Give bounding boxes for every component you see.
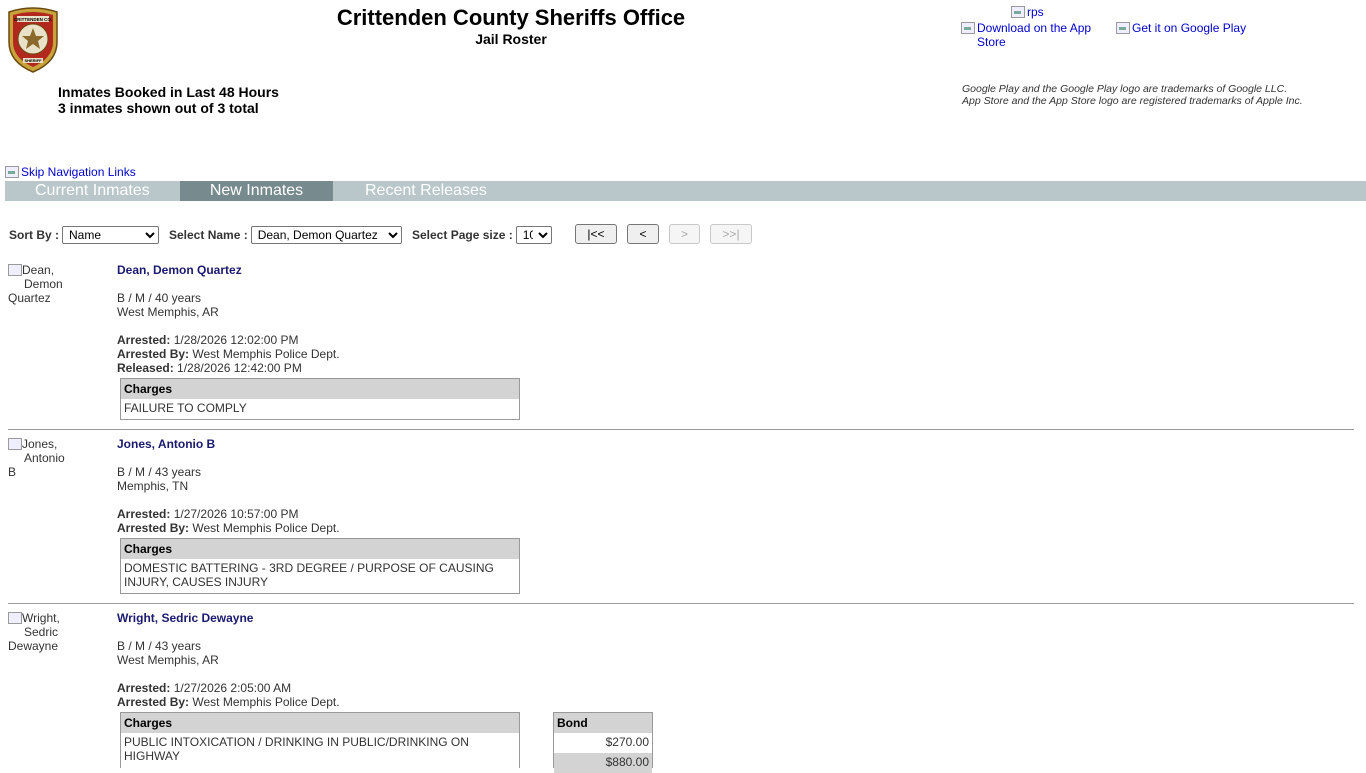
page-size-label: Select Page size : <box>412 228 513 242</box>
photo-alt-line: Wright, <box>22 611 60 625</box>
arrested-value: 1/28/2026 12:02:00 PM <box>173 333 299 347</box>
bond-table: Bond $270.00 $880.00 <box>553 712 653 773</box>
bond-header: Bond <box>554 713 652 733</box>
inmate-name[interactable]: Dean, Demon Quartez <box>117 263 242 277</box>
inmate-demographics: B / M / 40 years West Memphis, AR <box>117 291 219 319</box>
broken-image-icon <box>5 166 19 178</box>
arrested-by-label: Arrested By: <box>117 695 190 709</box>
rps-link[interactable]: rps <box>1011 5 1044 19</box>
demographics-text: B / M / 43 years <box>117 465 202 479</box>
broken-image-icon <box>961 22 975 34</box>
city-text: Memphis, TN <box>117 479 189 493</box>
inmate-name[interactable]: Wright, Sedric Dewayne <box>117 611 253 625</box>
arrest-info: Arrested: 1/28/2026 12:02:00 PM Arrested… <box>117 333 340 375</box>
booked-heading: Inmates Booked in Last 48 Hours <box>58 84 279 100</box>
arrested-label: Arrested: <box>117 333 171 347</box>
released-value: 1/28/2026 12:42:00 PM <box>177 361 302 375</box>
page-size-select[interactable]: 10 <box>515 226 552 244</box>
arrested-value: 1/27/2026 2:05:00 AM <box>173 681 292 695</box>
charges-header: Charges <box>121 713 519 733</box>
photo-alt-line: Quartez <box>8 291 51 305</box>
photo-alt-line: Demon <box>24 277 63 291</box>
app-store-link[interactable]: Download on the App Store <box>961 21 1101 49</box>
prev-page-button[interactable]: < <box>627 224 659 244</box>
google-play-alt-text: Get it on Google Play <box>1132 21 1247 35</box>
released-label: Released: <box>117 361 174 375</box>
skip-navigation-link[interactable]: Skip Navigation Links <box>5 165 136 179</box>
page-subtitle: Jail Roster <box>475 31 547 47</box>
demographics-text: B / M / 40 years <box>117 291 202 305</box>
broken-image-icon <box>8 438 22 450</box>
arrest-info: Arrested: 1/27/2026 10:57:00 PM Arrested… <box>117 507 340 535</box>
arrested-label: Arrested: <box>117 507 171 521</box>
inmate-photo: Jones, Antonio B <box>8 437 74 479</box>
sort-control: Sort By : Name <box>9 226 160 244</box>
charge-row: PUBLIC INTOXICATION / DRINKING IN PUBLIC… <box>124 735 469 763</box>
tab-current-inmates[interactable]: Current Inmates <box>35 181 150 201</box>
name-label: Select Name : <box>169 228 248 242</box>
booked-count: 3 inmates shown out of 3 total <box>58 100 259 116</box>
photo-alt-line: Jones, <box>22 437 58 451</box>
tab-recent-releases[interactable]: Recent Releases <box>365 181 487 201</box>
sort-label: Sort By : <box>9 228 60 242</box>
inmate-demographics: B / M / 43 years West Memphis, AR <box>117 639 219 667</box>
trademark-notice: Google Play and the Google Play logo are… <box>962 83 1303 107</box>
next-page-button[interactable]: > <box>669 224 700 244</box>
inmate-photo: Dean, Demon Quartez <box>8 263 74 305</box>
tab-new-inmates[interactable]: New Inmates <box>180 181 333 201</box>
broken-image-icon <box>8 264 22 276</box>
bond-row: $880.00 <box>554 753 652 773</box>
arrested-value: 1/27/2026 10:57:00 PM <box>173 507 299 521</box>
app-store-alt-text: Download on the App Store <box>977 21 1092 49</box>
inmate-photo: Wright, Sedric Dewayne <box>8 611 74 653</box>
first-page-button[interactable]: |<< <box>575 224 617 244</box>
row-divider <box>8 603 1354 604</box>
svg-text:SHERIFF: SHERIFF <box>24 58 42 63</box>
charges-header: Charges <box>121 539 519 559</box>
arrested-label: Arrested: <box>117 681 171 695</box>
photo-alt-line: Dean, <box>22 263 55 277</box>
photo-alt-line: Dewayne <box>8 639 59 653</box>
photo-alt-line: Antonio B <box>8 451 65 479</box>
last-page-button[interactable]: >>| <box>710 224 752 244</box>
charges-table: Charges DOMESTIC BATTERING - 3RD DEGREE … <box>120 538 520 594</box>
charge-row: FAILURE TO COMPLY <box>124 401 247 415</box>
name-select[interactable]: Dean, Demon Quartez <box>250 226 402 244</box>
charges-table: Charges PUBLIC INTOXICATION / DRINKING I… <box>120 712 520 768</box>
bond-row: $270.00 <box>605 735 649 749</box>
page-title: Crittenden County Sheriffs Office <box>336 5 686 30</box>
broken-image-icon <box>8 612 22 624</box>
name-control: Select Name : Dean, Demon Quartez <box>169 226 402 244</box>
row-divider <box>8 429 1354 430</box>
nav-tab-bar: Current Inmates New Inmates Recent Relea… <box>5 181 1366 201</box>
arrest-info: Arrested: 1/27/2026 2:05:00 AM Arrested … <box>117 681 340 709</box>
inmate-name[interactable]: Jones, Antonio B <box>117 437 215 451</box>
city-text: West Memphis, AR <box>117 653 219 667</box>
photo-alt-line: Sedric <box>24 625 59 639</box>
demographics-text: B / M / 43 years <box>117 639 202 653</box>
arrested-by-label: Arrested By: <box>117 521 190 535</box>
inmate-demographics: B / M / 43 years Memphis, TN <box>117 465 201 493</box>
rps-alt-text: rps <box>1027 5 1044 19</box>
booked-summary: Inmates Booked in Last 48 Hours 3 inmate… <box>58 84 279 116</box>
arrested-by-value: West Memphis Police Dept. <box>192 521 340 535</box>
skip-navigation-alt-text: Skip Navigation Links <box>21 165 136 179</box>
page-size-control: Select Page size : 10 <box>412 226 552 244</box>
arrested-by-label: Arrested By: <box>117 347 190 361</box>
trademark-apple: App Store and the App Store logo are reg… <box>962 95 1303 107</box>
charge-row: DOMESTIC BATTERING - 3RD DEGREE / PURPOS… <box>124 561 494 589</box>
trademark-google: Google Play and the Google Play logo are… <box>962 83 1288 95</box>
arrested-by-value: West Memphis Police Dept. <box>192 347 340 361</box>
charges-header: Charges <box>121 379 519 399</box>
broken-image-icon <box>1011 6 1025 18</box>
broken-image-icon <box>1116 22 1130 34</box>
city-text: West Memphis, AR <box>117 305 219 319</box>
arrested-by-value: West Memphis Police Dept. <box>192 695 340 709</box>
charges-table: Charges FAILURE TO COMPLY <box>120 378 520 420</box>
sort-select[interactable]: Name <box>62 226 160 244</box>
google-play-link[interactable]: Get it on Google Play <box>1116 21 1246 35</box>
